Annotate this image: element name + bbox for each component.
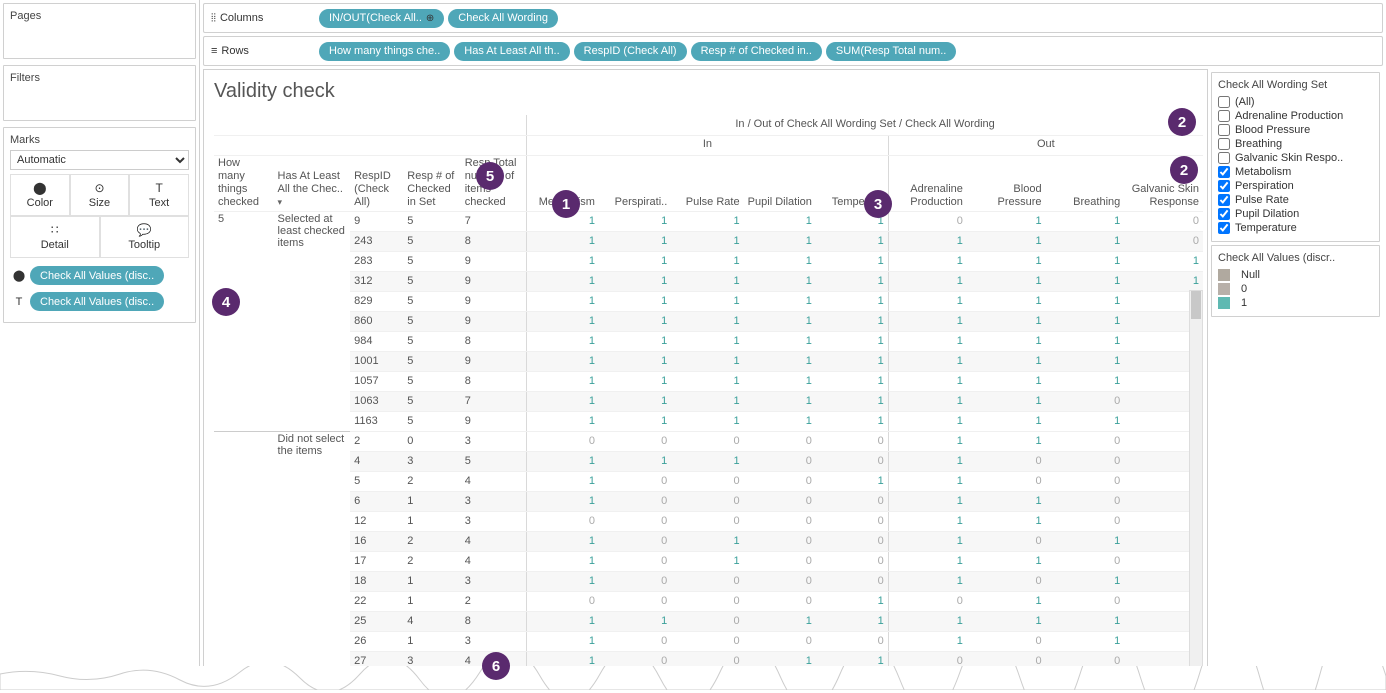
legend-swatch bbox=[1218, 269, 1230, 281]
table-row[interactable]: 1213000001101 bbox=[214, 511, 1203, 531]
size-icon: ⊙ bbox=[92, 181, 106, 195]
filter-option[interactable]: Temperature bbox=[1218, 221, 1373, 235]
mark-color-button[interactable]: ⬤Color bbox=[10, 174, 70, 216]
table-row[interactable]: 524100011001 bbox=[214, 471, 1203, 491]
table-row[interactable]: 100159111111111 bbox=[214, 351, 1203, 371]
mark-detail-button[interactable]: ∷Detail bbox=[10, 216, 100, 258]
table-row[interactable]: 2548110111111 bbox=[214, 611, 1203, 631]
table-row[interactable]: 435111001001 bbox=[214, 451, 1203, 471]
vertical-scrollbar[interactable] bbox=[1189, 290, 1203, 682]
legend-item[interactable]: Null bbox=[1218, 268, 1373, 282]
columns-shelf[interactable]: ⦙⦙Columns IN/OUT(Check All..⊕Check All W… bbox=[203, 3, 1383, 33]
table-row[interactable]: 116359111111111 bbox=[214, 411, 1203, 431]
table-row[interactable]: 613100001100 bbox=[214, 491, 1203, 511]
color-legend: Check All Values (discr.. Null01 bbox=[1211, 245, 1380, 317]
filter-option[interactable]: Breathing bbox=[1218, 137, 1373, 151]
column-pill[interactable]: Check All Wording bbox=[448, 9, 558, 28]
pages-shelf[interactable]: Pages bbox=[3, 3, 196, 59]
pages-label: Pages bbox=[10, 10, 189, 22]
annotation-1: 1 bbox=[552, 190, 580, 218]
legend-item[interactable]: 1 bbox=[1218, 296, 1373, 310]
table-row[interactable]: 31259111111111 bbox=[214, 271, 1203, 291]
wording-set-filter: Check All Wording Set (All)Adrenaline Pr… bbox=[1211, 72, 1380, 242]
legend-item[interactable]: 0 bbox=[1218, 282, 1373, 296]
filter-checkbox[interactable] bbox=[1218, 194, 1230, 206]
crosstab: In / Out of Check All Wording Set / Chec… bbox=[214, 115, 1203, 672]
row-pill[interactable]: How many things che.. bbox=[319, 42, 450, 61]
rows-shelf[interactable]: ≡Rows How many things che..Has At Least … bbox=[203, 36, 1383, 66]
detail-icon: ∷ bbox=[48, 223, 62, 237]
row-pill[interactable]: Resp # of Checked in.. bbox=[691, 42, 822, 61]
torn-edge bbox=[0, 666, 1386, 690]
annotation-5: 5 bbox=[476, 162, 504, 190]
filter-option[interactable]: Adrenaline Production bbox=[1218, 109, 1373, 123]
table-row[interactable]: 2212000010100 bbox=[214, 591, 1203, 611]
mark-pill[interactable]: Check All Values (disc.. bbox=[30, 292, 164, 311]
mark-pill[interactable]: Check All Values (disc.. bbox=[30, 266, 164, 285]
text-icon: T bbox=[10, 296, 28, 308]
marks-card: Marks Automatic ⬤Color ⊙Size TText ∷Deta… bbox=[3, 127, 196, 323]
table-row[interactable]: 24358111111110 bbox=[214, 231, 1203, 251]
filter-checkbox[interactable] bbox=[1218, 180, 1230, 192]
color-icon: ⬤ bbox=[33, 181, 47, 195]
tooltip-icon: 💬 bbox=[137, 223, 151, 237]
table-row[interactable]: 1813100001010 bbox=[214, 571, 1203, 591]
filters-shelf[interactable]: Filters bbox=[3, 65, 196, 121]
table-row[interactable]: 106357111111100 bbox=[214, 391, 1203, 411]
filter-option[interactable]: Blood Pressure bbox=[1218, 123, 1373, 137]
rows-icon: ≡ bbox=[211, 45, 217, 57]
table-row[interactable]: 28359111111111 bbox=[214, 251, 1203, 271]
filter-checkbox[interactable] bbox=[1218, 138, 1230, 150]
table-row[interactable]: 1724101001100 bbox=[214, 551, 1203, 571]
annotation-3: 3 bbox=[864, 190, 892, 218]
table-row[interactable]: Did not select the items203000001101 bbox=[214, 431, 1203, 451]
filter-checkbox[interactable] bbox=[1218, 110, 1230, 122]
filter-option[interactable]: Galvanic Skin Respo.. bbox=[1218, 151, 1373, 165]
wording-set-title: Check All Wording Set bbox=[1218, 79, 1373, 91]
annotation-2: 2 bbox=[1170, 156, 1198, 184]
mark-tooltip-button[interactable]: 💬Tooltip bbox=[100, 216, 190, 258]
filter-checkbox[interactable] bbox=[1218, 96, 1230, 108]
legend-swatch bbox=[1218, 297, 1230, 309]
table-row[interactable]: 1624101001010 bbox=[214, 531, 1203, 551]
row-pill[interactable]: Has At Least All th.. bbox=[454, 42, 569, 61]
filter-option[interactable]: (All) bbox=[1218, 95, 1373, 109]
annotation-4: 4 bbox=[212, 288, 240, 316]
filter-option[interactable]: Pulse Rate bbox=[1218, 193, 1373, 207]
filter-option[interactable]: Metabolism bbox=[1218, 165, 1373, 179]
annotation-6: 6 bbox=[482, 652, 510, 680]
scrollbar-thumb[interactable] bbox=[1191, 291, 1201, 319]
table-row[interactable]: 2613100001010 bbox=[214, 631, 1203, 651]
table-row[interactable]: 105758111111110 bbox=[214, 371, 1203, 391]
filter-checkbox[interactable] bbox=[1218, 222, 1230, 234]
sheet-title[interactable]: Validity check bbox=[214, 80, 1203, 103]
annotation-2b: 2 bbox=[1168, 108, 1196, 136]
mark-size-button[interactable]: ⊙Size bbox=[70, 174, 130, 216]
filter-option[interactable]: Perspiration bbox=[1218, 179, 1373, 193]
filter-checkbox[interactable] bbox=[1218, 152, 1230, 164]
filter-checkbox[interactable] bbox=[1218, 124, 1230, 136]
table-row[interactable]: 5Selected at least checked items95711111… bbox=[214, 211, 1203, 231]
legend-swatch bbox=[1218, 283, 1230, 295]
mark-text-button[interactable]: TText bbox=[129, 174, 189, 216]
mark-type-select[interactable]: Automatic bbox=[10, 150, 189, 170]
columns-icon: ⦙⦙ bbox=[211, 12, 216, 25]
column-pill[interactable]: IN/OUT(Check All..⊕ bbox=[319, 9, 444, 28]
viz-area: Validity check In / Out of Check All Wor… bbox=[203, 69, 1208, 687]
table-row[interactable]: 86059111111111 bbox=[214, 311, 1203, 331]
legend-title: Check All Values (discr.. bbox=[1218, 252, 1373, 264]
filter-checkbox[interactable] bbox=[1218, 208, 1230, 220]
marks-label: Marks bbox=[10, 134, 189, 146]
row-pill[interactable]: RespID (Check All) bbox=[574, 42, 687, 61]
filter-checkbox[interactable] bbox=[1218, 166, 1230, 178]
table-row[interactable]: 82959111111111 bbox=[214, 291, 1203, 311]
row-pill[interactable]: SUM(Resp Total num.. bbox=[826, 42, 956, 61]
table-row[interactable]: 98458111111110 bbox=[214, 331, 1203, 351]
filter-option[interactable]: Pupil Dilation bbox=[1218, 207, 1373, 221]
filters-label: Filters bbox=[10, 72, 189, 84]
color-icon: ⬤ bbox=[10, 269, 28, 282]
text-icon: T bbox=[152, 181, 166, 195]
